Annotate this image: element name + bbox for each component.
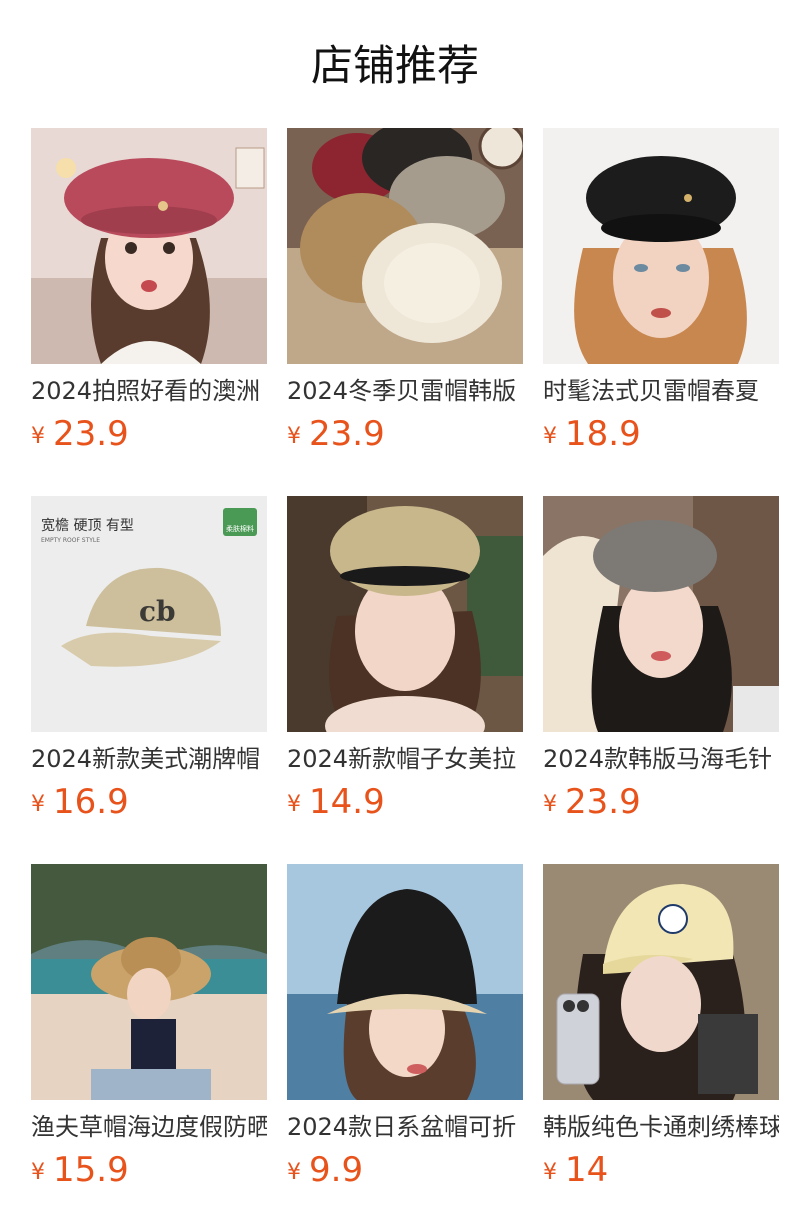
product-price: ¥23.9 — [543, 782, 641, 822]
product-name[interactable]: 时髦法式贝雷帽春夏 — [543, 374, 779, 408]
price-value: 23.9 — [309, 414, 385, 454]
product-card[interactable]: 宽檐 硬顶 有型 EMPTY ROOF STYLE 柔肤棉料 cb 2024新款… — [31, 496, 267, 822]
product-image[interactable] — [31, 864, 267, 1100]
product-price: ¥14.9 — [287, 782, 385, 822]
product-price: ¥23.9 — [287, 414, 385, 454]
product-card[interactable]: 时髦法式贝雷帽春夏 ¥18.9 — [543, 128, 779, 454]
product-name[interactable]: 2024款韩版马海毛针 — [543, 742, 779, 776]
svg-text:cb: cb — [139, 595, 176, 628]
product-name[interactable]: 渔夫草帽海边度假防晒 — [31, 1110, 267, 1144]
product-card[interactable]: 渔夫草帽海边度假防晒 ¥15.9 — [31, 864, 267, 1190]
currency-symbol: ¥ — [543, 1160, 557, 1185]
product-name[interactable]: 韩版纯色卡通刺绣棒球帽 — [543, 1110, 779, 1144]
image-subtext: EMPTY ROOF STYLE — [41, 537, 100, 544]
price-value: 23.9 — [565, 782, 641, 822]
price-value: 14.9 — [309, 782, 385, 822]
currency-symbol: ¥ — [543, 792, 557, 817]
price-value: 16.9 — [53, 782, 129, 822]
currency-symbol: ¥ — [31, 792, 45, 817]
currency-symbol: ¥ — [287, 792, 301, 817]
product-image[interactable] — [287, 128, 523, 364]
currency-symbol: ¥ — [287, 1160, 301, 1185]
product-price: ¥15.9 — [31, 1150, 129, 1190]
price-value: 15.9 — [53, 1150, 129, 1190]
product-card[interactable]: 2024款韩版马海毛针 ¥23.9 — [543, 496, 779, 822]
product-image[interactable] — [543, 128, 779, 364]
product-grid: 2024拍照好看的澳洲 ¥23.9 2024冬季贝雷帽韩版 ¥23.9 时髦法式… — [31, 128, 779, 1190]
currency-symbol: ¥ — [543, 424, 557, 449]
price-value: 14 — [565, 1150, 609, 1190]
product-image[interactable]: 宽檐 硬顶 有型 EMPTY ROOF STYLE 柔肤棉料 cb — [31, 496, 267, 732]
product-name[interactable]: 2024新款美式潮牌帽 — [31, 742, 267, 776]
currency-symbol: ¥ — [31, 1160, 45, 1185]
product-name[interactable]: 2024冬季贝雷帽韩版 — [287, 374, 523, 408]
price-value: 18.9 — [565, 414, 641, 454]
product-price: ¥16.9 — [31, 782, 129, 822]
product-price: ¥14 — [543, 1150, 608, 1190]
product-price: ¥23.9 — [31, 414, 129, 454]
image-badge: 柔肤棉料 — [226, 524, 254, 533]
image-tagline: 宽檐 硬顶 有型 — [41, 517, 134, 534]
currency-symbol: ¥ — [31, 424, 45, 449]
currency-symbol: ¥ — [287, 424, 301, 449]
product-price: ¥18.9 — [543, 414, 641, 454]
product-image[interactable] — [287, 864, 523, 1100]
product-card[interactable]: 韩版纯色卡通刺绣棒球帽 ¥14 — [543, 864, 779, 1190]
product-card[interactable]: 2024拍照好看的澳洲 ¥23.9 — [31, 128, 267, 454]
product-price: ¥9.9 — [287, 1150, 363, 1190]
product-card[interactable]: 2024冬季贝雷帽韩版 ¥23.9 — [287, 128, 523, 454]
product-image[interactable] — [543, 864, 779, 1100]
price-value: 9.9 — [309, 1150, 364, 1190]
section-title: 店铺推荐 — [310, 41, 479, 90]
product-image[interactable] — [543, 496, 779, 732]
product-card[interactable]: 2024新款帽子女美拉 ¥14.9 — [287, 496, 523, 822]
product-image[interactable] — [31, 128, 267, 364]
product-name[interactable]: 2024拍照好看的澳洲 — [31, 374, 267, 408]
price-value: 23.9 — [53, 414, 129, 454]
product-image[interactable] — [287, 496, 523, 732]
product-card[interactable]: 2024款日系盆帽可折 ¥9.9 — [287, 864, 523, 1190]
product-name[interactable]: 2024款日系盆帽可折 — [287, 1110, 523, 1144]
product-name[interactable]: 2024新款帽子女美拉 — [287, 742, 523, 776]
